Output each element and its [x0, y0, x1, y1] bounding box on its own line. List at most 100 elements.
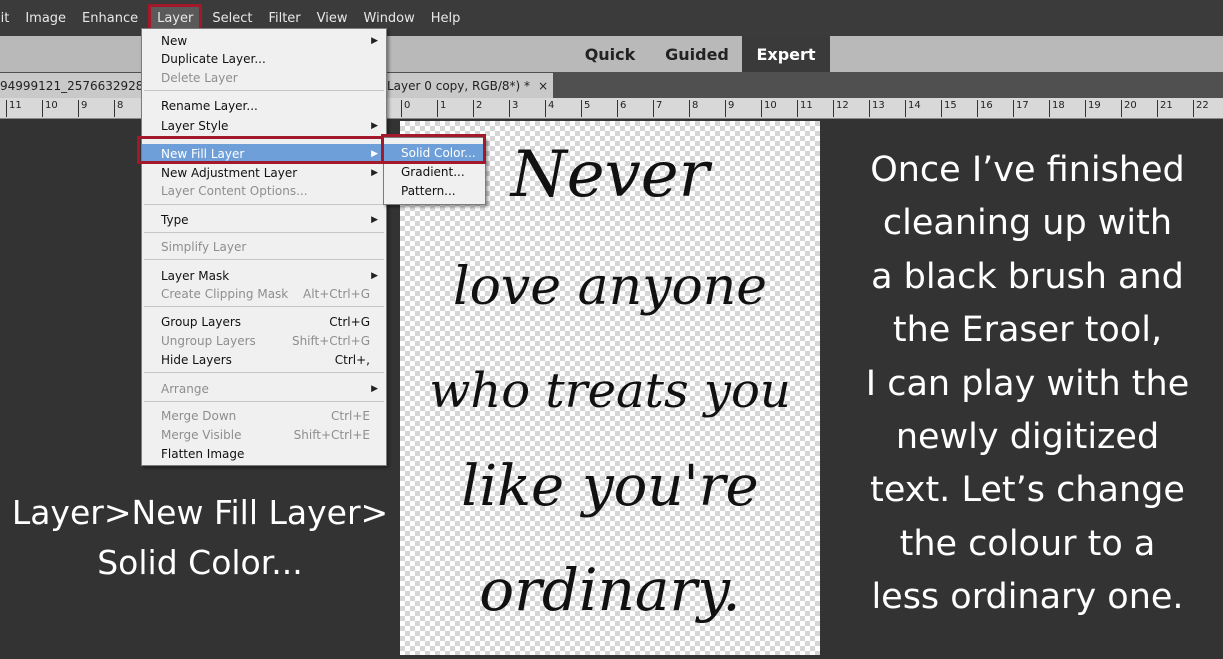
menu-item-new[interactable]: New ▶	[142, 32, 386, 50]
ruler-tick: 13	[869, 100, 885, 117]
submenu-arrow-icon: ▶	[371, 168, 378, 178]
menu-item-flatten-image[interactable]: Flatten Image	[142, 445, 386, 463]
menu-item-arrange[interactable]: Arrange ▶	[142, 380, 386, 398]
ruler-tick: 11	[6, 100, 22, 117]
menu-help[interactable]: Help	[423, 0, 469, 36]
menu-item-label: Hide Layers	[161, 353, 232, 367]
canvas-text-line: who treats you	[429, 363, 791, 419]
menu-item-merge-visible[interactable]: Merge Visible Shift+Ctrl+E	[142, 426, 386, 444]
submenu-arrow-icon: ▶	[371, 36, 378, 46]
menu-divider	[144, 204, 384, 205]
menu-item-label: Layer Style	[161, 119, 229, 133]
menu-item-label: Duplicate Layer...	[161, 52, 266, 66]
menu-divider	[144, 306, 384, 307]
ruler-tick: 7	[653, 100, 662, 117]
menu-item-duplicate-layer[interactable]: Duplicate Layer...	[142, 50, 386, 68]
caption-line: cleaning up with	[882, 203, 1173, 244]
menu-item-label: Arrange	[161, 382, 209, 396]
menu-item-label: Layer Mask	[161, 269, 230, 283]
ruler-tick: 12	[833, 100, 849, 117]
menu-item-delete-layer[interactable]: Delete Layer	[142, 69, 386, 87]
menu-divider	[144, 90, 384, 91]
menu-item-label: New	[161, 34, 188, 48]
close-icon[interactable]: ×	[538, 79, 548, 93]
menu-image[interactable]: Image	[17, 0, 74, 36]
ruler-tick: 3	[509, 100, 518, 117]
ruler-tick: 9	[725, 100, 734, 117]
ruler-tick: 16	[977, 100, 993, 117]
document-tab-label: Layer 0 copy, RGB/8*) *	[387, 78, 531, 93]
menu-item-layer-content-options[interactable]: Layer Content Options...	[142, 182, 386, 200]
ruler-tick: 4	[545, 100, 554, 117]
ruler-tick: 8	[689, 100, 698, 117]
ruler-tick: 21	[1157, 100, 1173, 117]
menu-item-label: Ungroup Layers	[161, 334, 256, 348]
menu-enhance[interactable]: Enhance	[74, 0, 146, 36]
menu-item-layer-mask[interactable]: Layer Mask ▶	[142, 267, 386, 285]
menu-item-label: Create Clipping Mask	[161, 287, 289, 301]
menu-item-rename-layer[interactable]: Rename Layer...	[142, 97, 386, 115]
menu-item-label: Layer Content Options...	[161, 184, 308, 198]
menu-divider	[144, 401, 384, 402]
menu-item-type[interactable]: Type ▶	[142, 211, 386, 229]
ruler-tick: 22	[1193, 100, 1209, 117]
caption-right: Once I’ve finished cleaning up with a bl…	[840, 144, 1215, 625]
caption-line: the colour to a	[899, 523, 1156, 564]
submenu-arrow-icon: ▶	[371, 384, 378, 394]
ruler-tick: 9	[78, 100, 87, 117]
menu-item-label: Simplify Layer	[161, 240, 247, 254]
menu-item-shortcut: Ctrl+,	[334, 353, 370, 367]
caption-line: Once I’ve finished	[870, 150, 1185, 190]
ruler-tick: 18	[1049, 100, 1065, 117]
ruler-tick: 20	[1121, 100, 1137, 117]
canvas-text-line: ordinary.	[479, 556, 741, 624]
ruler-tick: 10	[42, 100, 58, 117]
ruler-tick: 14	[905, 100, 921, 117]
menu-item-layer-style[interactable]: Layer Style ▶	[142, 117, 386, 135]
menu-item-group-layers[interactable]: Group Layers Ctrl+G	[142, 313, 386, 331]
caption-line: the Eraser tool,	[892, 310, 1163, 351]
caption-line: Solid Color...	[97, 543, 303, 582]
submenu-item-pattern[interactable]: Pattern...	[384, 182, 485, 200]
ruler-tick: 10	[761, 100, 777, 117]
menu-item-label: Merge Down	[161, 409, 237, 423]
menu-item-label: Group Layers	[161, 315, 242, 329]
menu-item-create-clipping-mask[interactable]: Create Clipping Mask Alt+Ctrl+G	[142, 285, 386, 303]
layer-menu-dropdown: New ▶ Duplicate Layer... Delete Layer Ren…	[141, 28, 387, 466]
menu-item-hide-layers[interactable]: Hide Layers Ctrl+,	[142, 351, 386, 369]
caption-line: a black brush and	[871, 256, 1184, 297]
document-tab[interactable]: 94999121_257663292812	[0, 73, 142, 98]
submenu-item-gradient[interactable]: Gradient...	[384, 163, 485, 181]
mode-quick-tab[interactable]: Quick	[572, 36, 648, 72]
ruler-tick: 2	[473, 100, 482, 117]
caption-line: Layer>New Fill Layer>	[11, 493, 389, 532]
ruler-tick: 1	[437, 100, 446, 117]
menu-item-shortcut: Shift+Ctrl+E	[293, 428, 370, 442]
ruler-tick: 17	[1013, 100, 1029, 117]
highlight-box-solid-color	[381, 134, 486, 164]
ruler-tick: 11	[797, 100, 813, 117]
menu-item-simplify-layer[interactable]: Simplify Layer	[142, 238, 386, 256]
menu-item-new-adjustment-layer[interactable]: New Adjustment Layer ▶	[142, 164, 386, 182]
canvas-text-line: love anyone	[452, 257, 768, 317]
menu-item-ungroup-layers[interactable]: Ungroup Layers Shift+Ctrl+G	[142, 332, 386, 350]
mode-guided-tab[interactable]: Guided	[654, 36, 740, 72]
menu-edit[interactable]: lit	[0, 0, 17, 36]
menu-item-label: New Adjustment Layer	[161, 166, 298, 180]
menu-item-merge-down[interactable]: Merge Down Ctrl+E	[142, 407, 386, 425]
menu-item-shortcut: Ctrl+G	[329, 315, 370, 329]
ruler-tick: 19	[1085, 100, 1101, 117]
mode-expert-tab[interactable]: Expert	[742, 36, 830, 72]
ruler-tick: 0	[401, 100, 410, 117]
submenu-arrow-icon: ▶	[371, 271, 378, 281]
canvas-text-line: like you're	[461, 454, 759, 519]
highlight-box-new-fill-layer	[137, 136, 386, 164]
menu-item-label: Flatten Image	[161, 447, 245, 461]
ruler-tick: 5	[581, 100, 590, 117]
menu-item-shortcut: Shift+Ctrl+G	[291, 334, 370, 348]
menu-item-label: Delete Layer	[161, 71, 238, 85]
ruler-tick: 6	[617, 100, 626, 117]
menu-item-shortcut: Alt+Ctrl+G	[302, 287, 370, 301]
document-tab-active[interactable]: Layer 0 copy, RGB/8*) * ×	[384, 73, 553, 98]
caption-line: less ordinary one.	[871, 577, 1184, 618]
